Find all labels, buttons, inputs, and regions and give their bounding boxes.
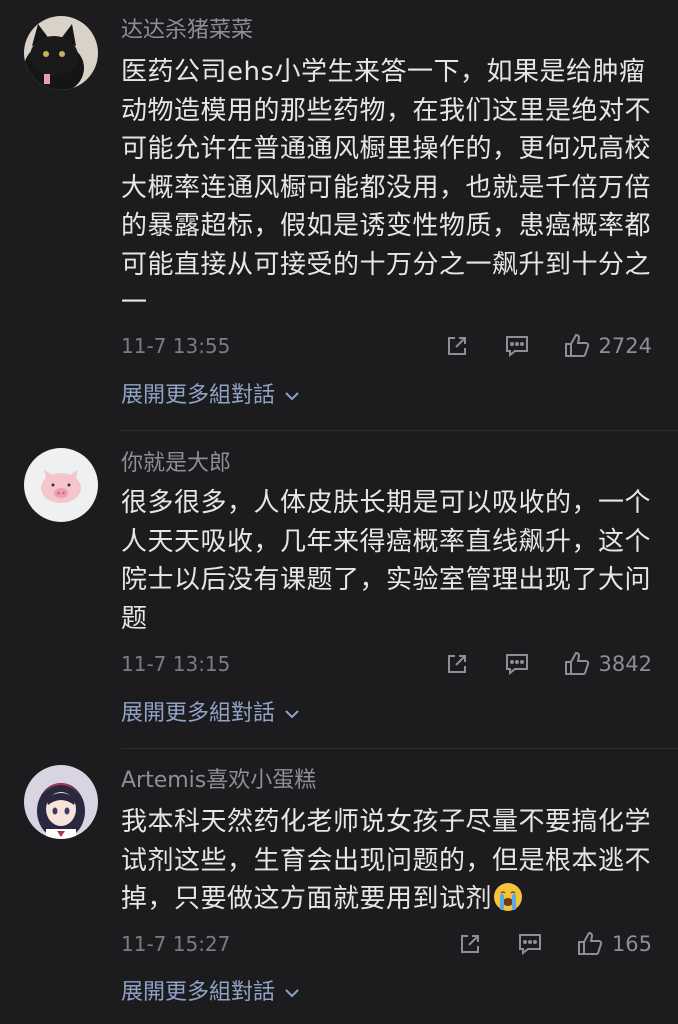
expand-conversation-button[interactable]: 展開更多組對話 <box>121 699 301 729</box>
anime-girl-avatar-icon <box>24 765 98 839</box>
cat-avatar-icon <box>24 16 98 90</box>
share-icon[interactable] <box>443 650 471 678</box>
expand-conversation-button[interactable]: 展開更多組對話 <box>121 381 301 411</box>
chevron-down-icon <box>285 989 299 998</box>
comment-meta: 11-7 13:55 2724 <box>121 331 652 361</box>
chevron-down-icon <box>285 710 299 719</box>
comment-meta: 11-7 13:15 3842 <box>121 649 652 679</box>
avatar[interactable] <box>24 448 98 522</box>
reply-icon[interactable] <box>503 650 531 678</box>
avatar[interactable] <box>24 765 98 839</box>
like-count: 2724 <box>598 334 652 358</box>
comment-timestamp: 11-7 13:15 <box>121 652 231 676</box>
expand-label: 展開更多組對話 <box>121 383 276 408</box>
comment-meta: 11-7 15:27 165 <box>121 929 652 959</box>
comment-timestamp: 11-7 15:27 <box>121 932 231 956</box>
comment-username[interactable]: 达达杀猪菜菜 <box>121 16 253 46</box>
comment-timestamp: 11-7 13:55 <box>121 334 231 358</box>
thumbs-up-icon[interactable] <box>563 332 591 360</box>
like-count: 165 <box>611 932 652 956</box>
thumbs-up-icon[interactable] <box>576 930 604 958</box>
share-icon[interactable] <box>456 930 484 958</box>
comment-username[interactable]: Artemis喜欢小蛋糕 <box>121 766 316 796</box>
avatar[interactable] <box>24 16 98 90</box>
divider <box>121 430 678 431</box>
comment-actions: 2724 <box>443 331 652 361</box>
comment-text: 医药公司ehs小学生来答一下，如果是给肿瘤动物造模用的那些药物，在我们这里是绝对… <box>121 57 652 318</box>
comment-actions: 165 <box>456 929 652 959</box>
crying-face-emoji-icon <box>492 881 524 913</box>
reply-icon[interactable] <box>516 930 544 958</box>
divider <box>121 748 678 749</box>
comment-actions: 3842 <box>443 649 652 679</box>
reply-icon[interactable] <box>503 332 531 360</box>
expand-conversation-button[interactable]: 展開更多組對話 <box>121 978 301 1008</box>
expand-label: 展開更多組對話 <box>121 980 276 1005</box>
thumbs-up-icon[interactable] <box>563 650 591 678</box>
comment-text: 我本科天然药化老师说女孩子尽量不要搞化学试剂这些，生育会出现问题的，但是根本逃不… <box>121 803 656 919</box>
like-count: 3842 <box>598 652 652 676</box>
pig-avatar-icon <box>24 448 98 522</box>
comment-text-content: 我本科天然药化老师说女孩子尽量不要搞化学试剂这些，生育会出现问题的，但是根本逃不… <box>121 807 652 914</box>
comment-text: 很多很多，人体皮肤长期是可以吸收的，一个人天天吸收，几年来得癌概率直线飙升，这个… <box>121 488 652 634</box>
share-icon[interactable] <box>443 332 471 360</box>
chevron-down-icon <box>285 392 299 401</box>
expand-label: 展開更多組對話 <box>121 701 276 726</box>
comment-username[interactable]: 你就是大郎 <box>121 449 231 479</box>
